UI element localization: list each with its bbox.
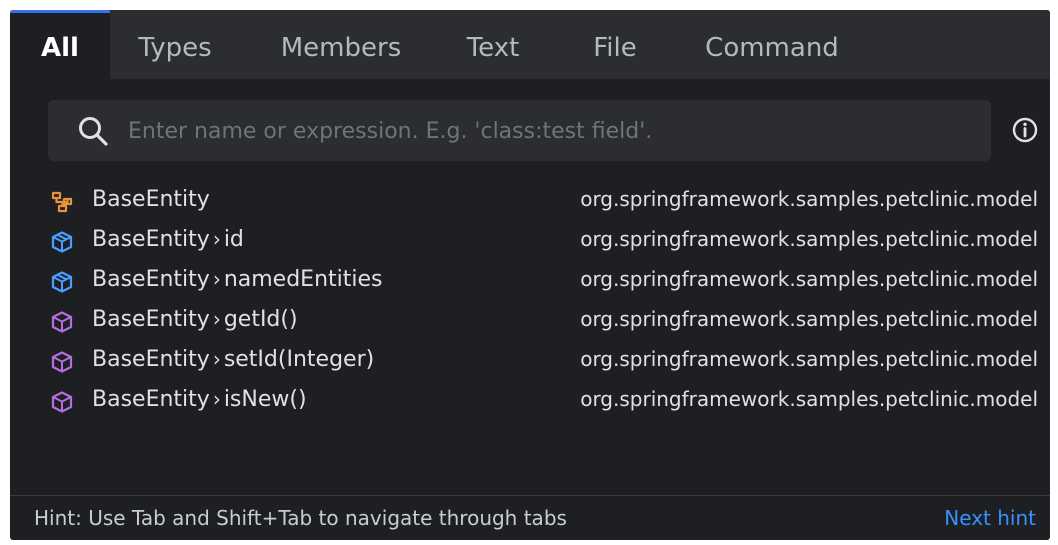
result-owner: BaseEntity — [92, 347, 210, 372]
result-member: id — [223, 227, 244, 252]
result-member: namedEntities — [223, 267, 383, 292]
result-name: BaseEntity › isNew() — [92, 387, 307, 412]
tab-all[interactable]: All — [10, 10, 110, 79]
search-box — [48, 100, 991, 163]
tab-types[interactable]: Types — [122, 10, 228, 79]
list-item[interactable]: BaseEntity › isNew() org.springframework.s… — [10, 382, 1050, 422]
chevron-right-icon: › — [212, 227, 221, 251]
tab-file[interactable]: File — [580, 10, 650, 79]
result-package: org.springframework.samples.petclinic.mo… — [580, 187, 1038, 211]
result-package: org.springframework.samples.petclinic.mo… — [580, 387, 1038, 411]
result-package: org.springframework.samples.petclinic.mo… — [580, 347, 1038, 371]
field-icon — [51, 271, 73, 293]
chevron-right-icon: › — [212, 307, 221, 331]
footer-divider — [10, 495, 1050, 496]
result-name: BaseEntity › namedEntities — [92, 267, 383, 292]
method-icon — [51, 351, 73, 373]
next-hint-link[interactable]: Next hint — [944, 506, 1036, 530]
search-everywhere-popup: All Types Members Text File Command Base… — [10, 10, 1050, 540]
list-item[interactable]: BaseEntity › setId(Integer) org.springfram… — [10, 342, 1050, 382]
list-item[interactable]: BaseEntity › id org.springframework.sample… — [10, 222, 1050, 262]
tab-command[interactable]: Command — [694, 10, 850, 79]
result-owner: BaseEntity — [92, 227, 210, 252]
search-input[interactable] — [126, 100, 970, 163]
hint-text: Hint: Use Tab and Shift+Tab to navigate … — [34, 506, 567, 530]
search-icon — [79, 117, 108, 146]
result-package: org.springframework.samples.petclinic.mo… — [580, 307, 1038, 331]
result-name: BaseEntity › getId() — [92, 307, 298, 332]
result-member: setId(Integer) — [223, 347, 375, 372]
tab-members[interactable]: Members — [266, 10, 416, 79]
result-package: org.springframework.samples.petclinic.mo… — [580, 227, 1038, 251]
result-owner: BaseEntity — [92, 387, 210, 412]
result-member: getId() — [223, 307, 298, 332]
result-name: BaseEntity › id — [92, 227, 244, 252]
result-name: BaseEntity — [92, 187, 210, 212]
method-icon — [51, 311, 73, 333]
result-owner: BaseEntity — [92, 267, 210, 292]
list-item[interactable]: BaseEntity org.springframework.samples.p… — [10, 182, 1050, 222]
result-member: isNew() — [223, 387, 307, 412]
chevron-right-icon: › — [212, 387, 221, 411]
field-icon — [51, 231, 73, 253]
result-owner: BaseEntity — [92, 187, 210, 212]
info-icon[interactable] — [1011, 116, 1039, 144]
list-item[interactable]: BaseEntity › namedEntities org.springframe… — [10, 262, 1050, 302]
chevron-right-icon: › — [212, 267, 221, 291]
tab-text[interactable]: Text — [453, 10, 533, 79]
result-name: BaseEntity › setId(Integer) — [92, 347, 374, 372]
class-icon — [51, 191, 73, 213]
result-package: org.springframework.samples.petclinic.mo… — [580, 267, 1038, 291]
chevron-right-icon: › — [212, 347, 221, 371]
result-owner: BaseEntity — [92, 307, 210, 332]
method-icon — [51, 391, 73, 413]
list-item[interactable]: BaseEntity › getId() org.springframework.s… — [10, 302, 1050, 342]
tab-bar: All Types Members Text File Command — [10, 10, 1050, 79]
